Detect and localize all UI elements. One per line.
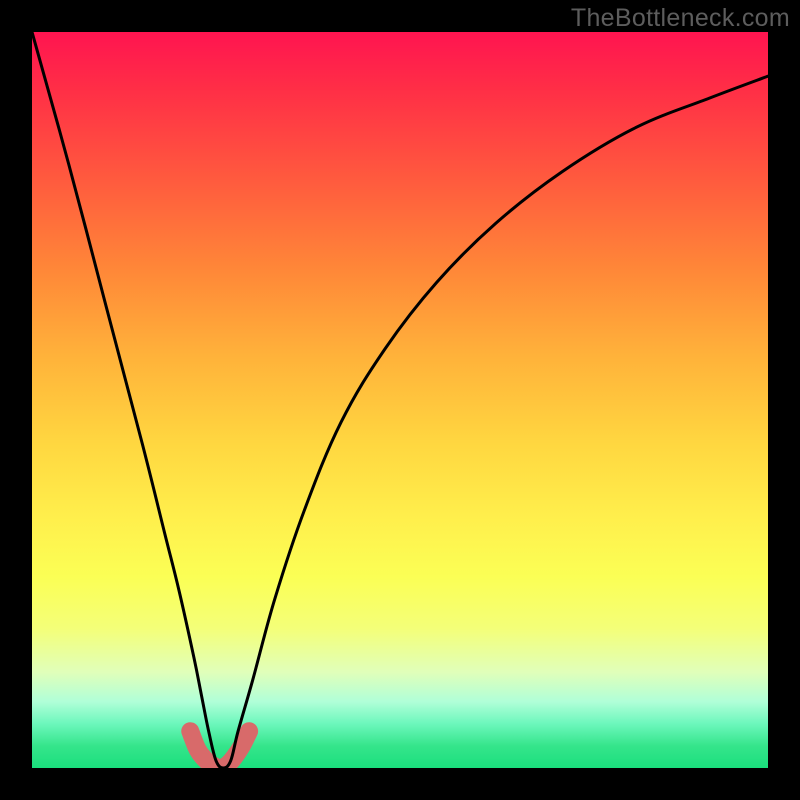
chart-frame: TheBottleneck.com: [0, 0, 800, 800]
chart-plot-area: [32, 32, 768, 768]
highlight-bulb-path: [190, 731, 249, 768]
bottleneck-curve-path: [32, 32, 768, 768]
chart-svg: [32, 32, 768, 768]
watermark-text: TheBottleneck.com: [571, 4, 790, 33]
